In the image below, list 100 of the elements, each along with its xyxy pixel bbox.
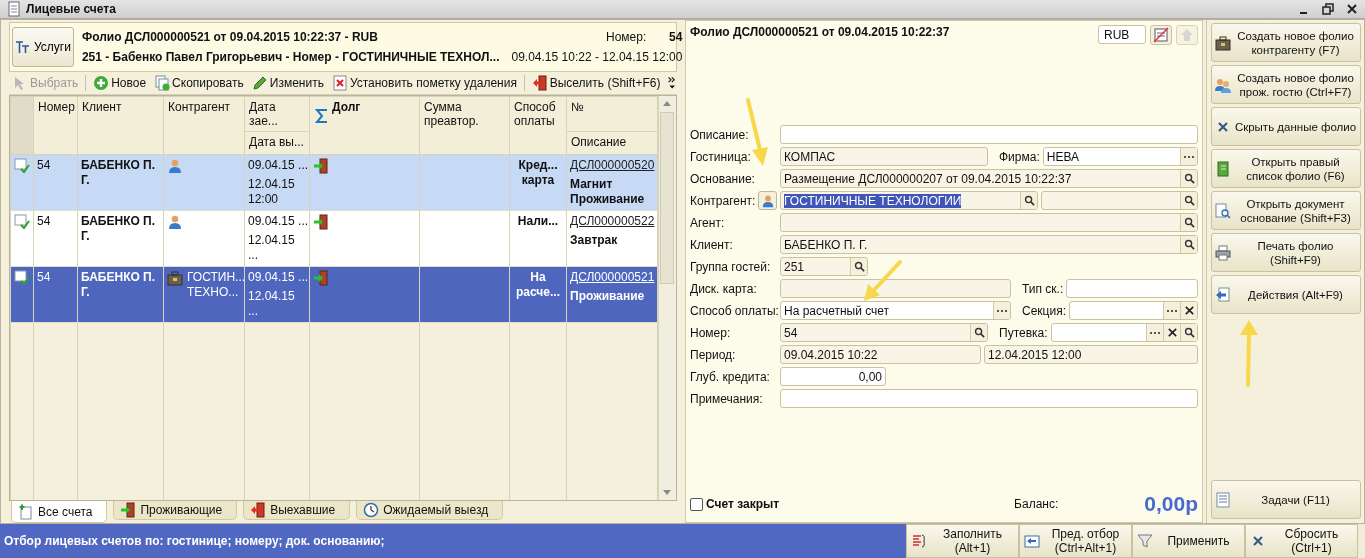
action-button[interactable]: Открыть документ основание (Shift+F3) <box>1211 191 1361 230</box>
toolbar-button[interactable]: Скопировать <box>151 74 247 91</box>
select-button[interactable] <box>993 302 1010 319</box>
input-field[interactable] <box>780 213 1198 232</box>
balance-value: 0,00р <box>1144 492 1198 516</box>
action-button[interactable]: Создать новое фолио контрагенту (F7) <box>1211 23 1361 62</box>
input-field[interactable] <box>1066 279 1198 298</box>
select-button[interactable] <box>1180 148 1197 165</box>
tab[interactable]: Ожидаемый выезд <box>356 501 504 520</box>
search-button[interactable] <box>1180 324 1197 341</box>
column-header[interactable]: Клиент <box>82 99 122 114</box>
edit-off-button[interactable] <box>1150 25 1172 45</box>
search-button[interactable] <box>1180 170 1197 187</box>
input-field[interactable]: На расчетный счет <box>780 301 1011 320</box>
search-button[interactable] <box>970 324 987 341</box>
toolbar-button[interactable]: Установить пометку удаления <box>328 74 520 91</box>
table-row[interactable]: 54 БАБЕНКО П. Г. 09.04.15 ... 12.04.15 12:00 Кред... карта ДСЛ000000520 Магнит Проживание <box>10 154 658 211</box>
input-field[interactable] <box>1041 191 1198 210</box>
enter-door-icon <box>120 502 137 518</box>
search-icon <box>1183 173 1195 184</box>
tab[interactable]: Выехавшие <box>243 501 351 520</box>
filter-button[interactable]: Сбросить (Ctrl+1) <box>1245 524 1358 558</box>
filter-button[interactable]: Пред. отбор (Ctrl+Alt+1) <box>1019 524 1132 558</box>
copy-icon <box>154 74 171 91</box>
clear-button[interactable] <box>1163 324 1180 341</box>
tasks-button[interactable]: Задачи (F11) <box>1211 480 1361 519</box>
document-link[interactable]: ДСЛ000000522 <box>570 213 654 229</box>
table-cell: 09.04.15 ... <box>248 269 306 285</box>
search-button[interactable] <box>1180 192 1197 209</box>
close-icon[interactable] <box>1345 2 1359 16</box>
table-cell: 54 <box>37 157 51 172</box>
document-check-icon <box>14 213 30 230</box>
input-field[interactable]: 0,00 <box>780 367 886 386</box>
services-button[interactable]: Услуги <box>12 26 74 67</box>
action-button[interactable]: Создать новое фолио прож. гостю (Ctrl+F7) <box>1211 65 1361 104</box>
document-add-icon <box>18 503 34 520</box>
input-field[interactable]: КОМПАС <box>780 147 988 166</box>
field-label: Фирма: <box>999 149 1040 164</box>
table-row[interactable]: 54 БАБЕНКО П. Г. 09.04.15 ... 12.04.15 ... Нали... ДСЛ000000522 Завтрак <box>10 210 658 267</box>
tab[interactable]: Все счета <box>11 501 108 523</box>
input-field[interactable]: ГОСТИНИЧНЫЕ ТЕХНОЛОГИИ <box>780 191 1038 210</box>
ellipsis-icon <box>1183 154 1195 159</box>
tab[interactable]: Проживающие <box>113 501 238 520</box>
currency-field[interactable]: RUB <box>1098 25 1146 44</box>
search-button[interactable] <box>850 258 867 275</box>
table-cell: БАБЕНКО П. Г. <box>81 269 156 299</box>
field-label: Примечания: <box>690 391 764 406</box>
stay-period: 09.04.15 10:22 - 12.04.15 12:00 <box>511 49 683 64</box>
action-button[interactable]: Скрыть данные фолио <box>1211 107 1361 146</box>
table-cell: 54 <box>37 213 51 228</box>
select-button[interactable] <box>1146 324 1163 341</box>
input-field[interactable] <box>1050 323 1198 342</box>
person-button[interactable] <box>758 191 777 210</box>
field-label: Клиент: <box>690 237 734 252</box>
person-icon <box>167 213 183 230</box>
input-field[interactable]: 54 <box>780 323 988 342</box>
table-row[interactable]: 54 БАБЕНКО П. Г. ГОСТИН... ТЕХНО... 09.04.15 ... 12.04.15 ... На расче... ДСЛ000000521 Проживание <box>10 266 658 323</box>
printer-icon <box>1215 244 1231 261</box>
input-field[interactable] <box>780 389 1198 408</box>
ellipsis-icon <box>1149 330 1161 335</box>
input-field[interactable]: Размещение ДСЛ000000207 от 09.04.2015 10:22:37 <box>780 169 1198 188</box>
search-button[interactable] <box>1180 214 1197 231</box>
action-button[interactable]: Открыть правый список фолио (F6) <box>1211 149 1361 188</box>
column-header[interactable]: № <box>571 99 584 114</box>
filter-button[interactable]: Применить <box>1132 524 1245 558</box>
column-header[interactable]: Контрагент <box>168 99 231 114</box>
input-field[interactable] <box>1069 301 1198 320</box>
input-field[interactable]: НЕВА <box>1042 147 1198 166</box>
scrollbar[interactable] <box>658 95 675 500</box>
input-field[interactable] <box>780 279 1011 298</box>
clear-icon <box>1183 305 1195 316</box>
clear-button[interactable] <box>1180 302 1197 319</box>
input-field[interactable]: 09.04.2015 10:22 <box>780 345 981 364</box>
toolbar-button[interactable]: Выселить (Shift+F6) <box>528 74 664 91</box>
table-cell: БАБЕНКО П. Г. <box>81 157 156 187</box>
toolbar-button[interactable]: Изменить <box>248 74 327 91</box>
input-field[interactable] <box>780 125 1198 144</box>
column-header[interactable]: Долг <box>332 99 361 114</box>
filter-button[interactable]: Заполнить (Alt+1) <box>906 524 1019 558</box>
search-button[interactable] <box>1180 236 1197 253</box>
action-button[interactable]: Печать фолио (Shift+F9) <box>1211 233 1361 272</box>
restore-icon[interactable] <box>1321 2 1335 16</box>
table-cell: БАБЕНКО П. Г. <box>81 213 156 243</box>
document-link[interactable]: ДСЛ000000521 <box>570 269 654 285</box>
field-label: Период: <box>690 347 737 362</box>
field-label: Контрагент: <box>690 193 755 208</box>
input-field[interactable]: БАБЕНКО П. Г. <box>780 235 1198 254</box>
select-button[interactable] <box>1163 302 1180 319</box>
account-closed-checkbox[interactable]: Счет закрыт <box>690 497 780 511</box>
table-cell: 09.04.15 ... <box>248 213 306 229</box>
table-cell-text: Завтрак <box>570 232 619 248</box>
input-field[interactable]: 251 <box>780 257 868 276</box>
clear-icon <box>1166 327 1178 338</box>
search-button[interactable] <box>1020 192 1037 209</box>
action-button[interactable]: Действия (Alt+F9) <box>1211 275 1361 314</box>
toolbar-button[interactable]: Новое <box>90 74 150 91</box>
input-field[interactable]: 12.04.2015 12:00 <box>984 345 1198 364</box>
table-cell: ГОСТИН... ТЕХНО... <box>187 269 244 300</box>
document-link[interactable]: ДСЛ000000520 <box>570 157 654 173</box>
search-icon <box>1183 327 1195 338</box>
